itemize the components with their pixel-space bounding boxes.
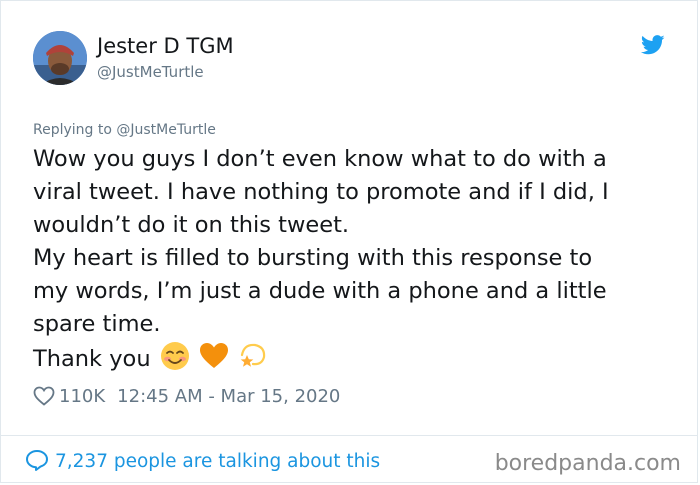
like-count[interactable]: 110K xyxy=(59,386,105,407)
orange-heart-emoji xyxy=(199,341,229,381)
talking-about-text: 7,237 people are talking about this xyxy=(55,451,381,472)
dizzy-star-emoji xyxy=(238,341,268,381)
smiling-face-with-blush-emoji xyxy=(160,341,190,381)
speech-bubble-icon xyxy=(25,449,49,478)
thank-you-text: Thank you xyxy=(33,346,151,372)
tweet-line: My heart is filled to bursting with this… xyxy=(33,245,593,271)
footer-divider xyxy=(1,435,697,436)
tweet-line: my words, I’m just a dude with a phone a… xyxy=(33,278,607,304)
author-names: Jester D TGM @JustMeTurtle xyxy=(97,33,234,82)
timestamp[interactable]: 12:45 AM - Mar 15, 2020 xyxy=(117,386,340,407)
tweet-card: Jester D TGM @JustMeTurtle Replying to @… xyxy=(0,0,698,483)
heart-icon[interactable] xyxy=(33,386,55,413)
twitter-bird-icon[interactable] xyxy=(640,35,665,55)
tweet-header: Jester D TGM @JustMeTurtle xyxy=(33,31,669,87)
tweet-line-last: Thank you xyxy=(33,341,673,381)
tweet-text: Wow you guys I don’t even know what to d… xyxy=(33,143,673,381)
tweet-line: spare time. xyxy=(33,311,161,337)
tweet-meta: 110K 12:45 AM - Mar 15, 2020 xyxy=(33,385,340,413)
tweet-line: wouldn’t do it on this tweet. xyxy=(33,212,350,238)
watermark: boredpanda.com xyxy=(494,451,681,476)
tweet-line: Wow you guys I don’t even know what to d… xyxy=(33,146,607,172)
talking-about-link[interactable]: 7,237 people are talking about this xyxy=(25,449,380,478)
avatar[interactable] xyxy=(33,31,87,85)
replying-to-label[interactable]: Replying to @JustMeTurtle xyxy=(33,121,216,139)
display-name[interactable]: Jester D TGM xyxy=(97,33,234,59)
tweet-line: viral tweet. I have nothing to promote a… xyxy=(33,179,609,205)
handle[interactable]: @JustMeTurtle xyxy=(97,62,234,82)
